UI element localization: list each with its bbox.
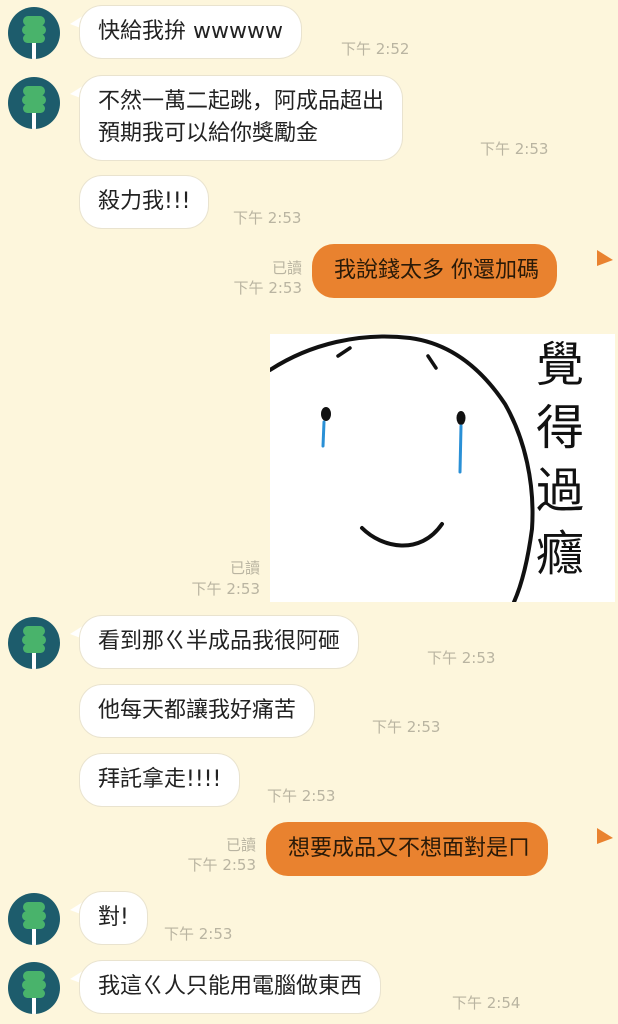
message-bubble-incoming[interactable]: 不然一萬二起跳，阿成品超出 預期我可以給你獎勵金 bbox=[80, 76, 403, 160]
message-text: 我這ㄍ人只能用電腦做東西 bbox=[98, 974, 363, 999]
message-time: 下午 2:53 bbox=[267, 787, 336, 805]
message-time: 下午 2:53 bbox=[233, 209, 302, 227]
message-time: 下午 2:53 bbox=[164, 925, 233, 943]
message-bubble-incoming[interactable]: 對! bbox=[80, 892, 147, 944]
message-bubble-outgoing[interactable]: 我說錢太多 你還加碼 bbox=[312, 244, 557, 298]
message-text: 他每天都讓我好痛苦 bbox=[98, 698, 297, 723]
contact-avatar[interactable] bbox=[8, 962, 60, 1014]
sticker-image[interactable]: 覺得過癮 bbox=[268, 334, 615, 604]
message-text: 快給我拚 wwwww bbox=[98, 19, 283, 44]
read-receipt: 已讀 bbox=[229, 559, 260, 577]
message-text: 對! bbox=[98, 905, 129, 930]
tree-icon bbox=[22, 86, 46, 129]
contact-avatar[interactable] bbox=[8, 7, 60, 59]
message-text-line: 預期我可以給你獎勵金 bbox=[98, 121, 319, 146]
message-time: 下午 2:52 bbox=[341, 40, 410, 58]
tree-icon bbox=[22, 902, 46, 945]
contact-avatar[interactable] bbox=[8, 893, 60, 945]
message-time: 下午 2:54 bbox=[452, 994, 521, 1012]
bubble-tail bbox=[597, 250, 613, 266]
message-time: 下午 2:53 bbox=[427, 649, 496, 667]
contact-avatar[interactable] bbox=[8, 617, 60, 669]
message-bubble-incoming[interactable]: 拜託拿走!!!! bbox=[80, 754, 240, 806]
read-receipt: 已讀 bbox=[271, 259, 302, 277]
message-time: 下午 2:53 bbox=[480, 140, 549, 158]
message-time: 下午 2:53 bbox=[233, 279, 302, 297]
message-text: 拜託拿走!!!! bbox=[98, 767, 222, 792]
message-bubble-outgoing[interactable]: 想要成品又不想面對是ㄇ bbox=[266, 822, 549, 876]
message-bubble-incoming[interactable]: 殺力我!!! bbox=[80, 176, 209, 228]
message-text: 看到那ㄍ半成品我很阿砸 bbox=[98, 629, 341, 654]
message-bubble-incoming[interactable]: 快給我拚 wwwww bbox=[80, 6, 301, 58]
tree-icon bbox=[22, 971, 46, 1014]
message-text-line: 不然一萬二起跳，阿成品超出 bbox=[98, 89, 385, 114]
message-time: 下午 2:53 bbox=[187, 856, 256, 874]
message-bubble-incoming[interactable]: 他每天都讓我好痛苦 bbox=[80, 685, 315, 737]
message-text: 我說錢太多 你還加碼 bbox=[334, 258, 539, 283]
message-text: 想要成品又不想面對是ㄇ bbox=[288, 836, 531, 861]
tree-icon bbox=[22, 16, 46, 59]
read-receipt: 已讀 bbox=[225, 836, 256, 854]
message-text: 殺力我!!! bbox=[98, 189, 191, 214]
sticker-caption: 覺得過癮 bbox=[535, 337, 584, 582]
bubble-tail bbox=[597, 828, 613, 844]
message-time: 下午 2:53 bbox=[372, 718, 441, 736]
message-time: 下午 2:53 bbox=[191, 580, 260, 598]
message-bubble-incoming[interactable]: 我這ㄍ人只能用電腦做東西 bbox=[80, 961, 381, 1013]
contact-avatar[interactable] bbox=[8, 77, 60, 129]
tree-icon bbox=[22, 626, 46, 669]
message-bubble-incoming[interactable]: 看到那ㄍ半成品我很阿砸 bbox=[80, 616, 359, 668]
